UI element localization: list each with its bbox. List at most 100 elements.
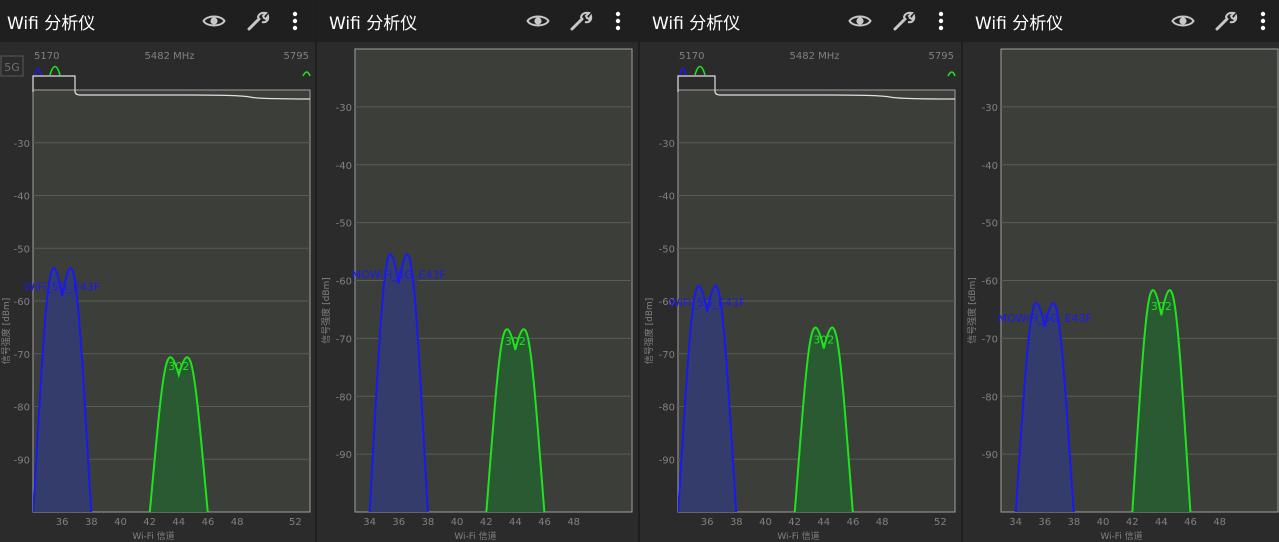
app-bar: Wifi 分析仪 bbox=[317, 0, 638, 42]
x-tick-label: 38 bbox=[422, 517, 435, 528]
series-label: 302 bbox=[1151, 300, 1172, 313]
app-title: Wifi 分析仪 bbox=[7, 14, 96, 34]
y-axis-label: 信号强度 [dBm] bbox=[0, 298, 12, 365]
y-tick-label: -60 bbox=[982, 277, 998, 288]
y-tick-label: -50 bbox=[982, 219, 998, 230]
y-tick-label: -80 bbox=[659, 403, 675, 414]
app-title: Wifi 分析仪 bbox=[975, 14, 1064, 34]
x-tick-label: 40 bbox=[759, 517, 772, 528]
app-bar: Wifi 分析仪 bbox=[0, 0, 315, 42]
app-bar: Wifi 分析仪 bbox=[963, 0, 1279, 42]
overview-label: 5482 MHz bbox=[789, 51, 839, 62]
x-tick-label: 52 bbox=[289, 517, 302, 528]
eye-icon[interactable] bbox=[526, 9, 550, 33]
x-tick-label: 38 bbox=[730, 517, 743, 528]
x-tick-label: 44 bbox=[509, 517, 522, 528]
series-label: MOWiFi_5G_E43F bbox=[352, 268, 446, 281]
x-tick-label: 48 bbox=[876, 517, 889, 528]
more-vert-icon[interactable] bbox=[1251, 9, 1275, 33]
overview-mark-green bbox=[694, 65, 706, 76]
wrench-icon[interactable] bbox=[1214, 9, 1238, 33]
y-tick-label: -90 bbox=[14, 455, 30, 466]
eye-icon[interactable] bbox=[1171, 9, 1195, 33]
x-tick-label: 46 bbox=[538, 517, 551, 528]
y-tick-label: -70 bbox=[14, 350, 30, 361]
channel-graph[interactable]: -30 -40 -50 -60 -70 -80 -90 34 36 38 40 42 44 46 48 信号强… bbox=[317, 42, 638, 542]
band-label: 5G bbox=[4, 61, 20, 74]
x-tick-label: 42 bbox=[480, 517, 493, 528]
more-vert-icon[interactable] bbox=[606, 9, 630, 33]
series-label: 302 bbox=[813, 333, 834, 346]
x-tick-label: 36 bbox=[701, 517, 714, 528]
y-tick-label: -40 bbox=[659, 192, 675, 203]
y-tick-label: -90 bbox=[659, 455, 675, 466]
x-tick-label: 42 bbox=[788, 517, 801, 528]
x-tick-label: 38 bbox=[85, 517, 98, 528]
wrench-icon[interactable] bbox=[246, 9, 270, 33]
y-tick-label: -90 bbox=[982, 450, 998, 461]
x-tick-label: 52 bbox=[934, 517, 947, 528]
y-tick-label: -60 bbox=[14, 297, 30, 308]
series-label: MOWiFi_5G_E43F bbox=[998, 312, 1092, 325]
y-tick-label: -50 bbox=[336, 219, 352, 230]
overview-mark-green-far bbox=[302, 71, 311, 77]
x-tick-label: 48 bbox=[231, 517, 244, 528]
y-tick-label: -70 bbox=[336, 334, 352, 345]
y-tick-label: -30 bbox=[659, 139, 675, 150]
x-tick-label: 40 bbox=[114, 517, 127, 528]
app-title: Wifi 分析仪 bbox=[652, 14, 741, 34]
eye-icon[interactable] bbox=[848, 9, 872, 33]
series-label: 302 bbox=[168, 360, 189, 373]
y-tick-label: -30 bbox=[982, 103, 998, 114]
channel-graph[interactable]: -30-40-50-60-70-80-9036 38 40 42 44 46 48 52信号强… bbox=[640, 42, 961, 542]
x-axis-label: Wi-Fi 信道 bbox=[132, 530, 174, 542]
x-tick-label: 36 bbox=[392, 517, 405, 528]
y-tick-label: -30 bbox=[14, 139, 30, 150]
overview-label: 5795 bbox=[929, 51, 954, 62]
x-axis-label: Wi-Fi 信道 bbox=[454, 530, 496, 542]
overview-label: 5170 bbox=[34, 51, 59, 62]
y-tick-label: -70 bbox=[982, 334, 998, 345]
y-tick-label: -40 bbox=[336, 161, 352, 172]
channel-graph[interactable]: -30 -40 -50 -60 -70 -80 -90 34 36 38 40 42 44 46 48 信号强… bbox=[963, 42, 1279, 542]
analyzer-panel-2: Wifi 分析仪 -30 -40 -50 -60 -70 -80 -90 34 36 38 40 42… bbox=[317, 0, 638, 542]
x-tick-label: 44 bbox=[172, 517, 185, 528]
y-tick-label: -80 bbox=[982, 392, 998, 403]
x-axis-label: Wi-Fi 信道 bbox=[777, 530, 819, 542]
analyzer-panel-1: Wifi 分析仪 -30 -40 -50 -60 -70 -80 -90 36 38 40 42 44… bbox=[0, 0, 315, 542]
series-label: WiFi_5G_E43F bbox=[24, 281, 100, 294]
x-tick-label: 44 bbox=[817, 517, 830, 528]
x-tick-label: 40 bbox=[451, 517, 464, 528]
x-tick-label: 46 bbox=[847, 517, 860, 528]
wrench-icon[interactable] bbox=[892, 9, 916, 33]
y-tick-label: -40 bbox=[982, 161, 998, 172]
y-axis-label: 信号强度 [dBm] bbox=[643, 298, 655, 365]
more-vert-icon[interactable] bbox=[283, 9, 307, 33]
more-vert-icon[interactable] bbox=[929, 9, 953, 33]
eye-icon[interactable] bbox=[202, 9, 226, 33]
y-tick-label: -30 bbox=[336, 103, 352, 114]
x-tick-label: 44 bbox=[1155, 517, 1168, 528]
y-tick-label: -70 bbox=[659, 350, 675, 361]
wrench-icon[interactable] bbox=[569, 9, 593, 33]
overview-mark-blue bbox=[34, 67, 42, 76]
y-axis-label: 信号强度 [dBm] bbox=[966, 277, 978, 344]
series-label: 302 bbox=[505, 335, 526, 348]
x-axis-label: Wi-Fi 信道 bbox=[1100, 530, 1142, 542]
x-tick-label: 40 bbox=[1097, 517, 1110, 528]
y-tick-label: -40 bbox=[14, 192, 30, 203]
app-title: Wifi 分析仪 bbox=[329, 14, 418, 34]
overview-mark-blue bbox=[679, 67, 687, 76]
overview-label: 5170 bbox=[679, 51, 704, 62]
x-tick-label: 42 bbox=[1126, 517, 1139, 528]
x-tick-label: 48 bbox=[1213, 517, 1226, 528]
x-tick-label: 34 bbox=[1009, 517, 1022, 528]
y-tick-label: -90 bbox=[336, 450, 352, 461]
x-tick-label: 42 bbox=[143, 517, 156, 528]
y-tick-label: -60 bbox=[336, 277, 352, 288]
app-bar: Wifi 分析仪 bbox=[640, 0, 961, 42]
x-tick-label: 48 bbox=[567, 517, 580, 528]
channel-graph[interactable]: -30-40-50-60-70-80-9036 38 40 42 44 46 48 52信号强… bbox=[0, 42, 315, 542]
series-label: WiFi_5G_E43F bbox=[669, 297, 745, 310]
y-tick-label: -80 bbox=[14, 403, 30, 414]
